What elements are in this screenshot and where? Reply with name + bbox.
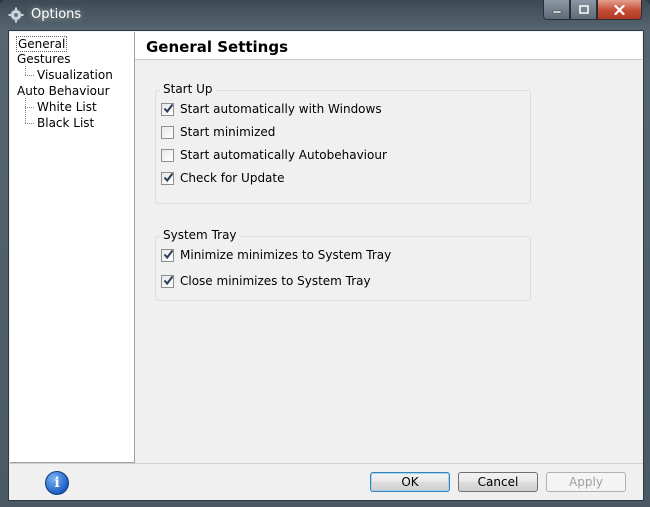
minimize-to-tray-checkbox[interactable]: [161, 248, 174, 262]
tree-connector: [25, 123, 34, 124]
window-title: Options: [31, 7, 82, 22]
tree-item-auto-behaviour[interactable]: Auto Behaviour: [17, 84, 110, 98]
check-for-update-label: Check for Update: [180, 171, 285, 185]
check-for-update-option[interactable]: Check for Update: [161, 171, 285, 185]
close-to-tray-checkbox[interactable]: [161, 274, 174, 288]
info-icon[interactable]: i: [45, 471, 69, 495]
ok-button[interactable]: OK: [370, 472, 450, 492]
cancel-button[interactable]: Cancel: [458, 472, 538, 492]
maximize-icon: [578, 4, 589, 14]
title-bar[interactable]: Options: [0, 0, 650, 30]
start-with-windows-label: Start automatically with Windows: [180, 102, 382, 116]
tree-connector: [25, 75, 34, 76]
start-autobehaviour-label: Start automatically Autobehaviour: [180, 148, 387, 162]
checkmark-icon: [163, 103, 174, 113]
start-autobehaviour-option[interactable]: Start automatically Autobehaviour: [161, 148, 387, 162]
checkmark-icon: [163, 172, 174, 182]
gear-icon[interactable]: [8, 7, 24, 23]
caption-buttons: [543, 0, 642, 20]
start-minimized-option[interactable]: Start minimized: [161, 125, 275, 139]
minimize-icon: [552, 10, 561, 13]
options-tree[interactable]: General Gestures Visualization Auto Beha…: [10, 32, 135, 463]
check-for-update-checkbox[interactable]: [161, 171, 174, 185]
tree-connector: [25, 66, 26, 75]
close-to-tray-label: Close minimizes to System Tray: [180, 274, 371, 288]
system-tray-group: [155, 236, 531, 301]
settings-header: General Settings: [135, 32, 642, 60]
startup-group-label: Start Up: [160, 82, 216, 96]
checkmark-icon: [163, 275, 174, 285]
minimize-to-tray-label: Minimize minimizes to System Tray: [180, 248, 392, 262]
tree-item-gestures[interactable]: Gestures: [17, 52, 71, 66]
tree-item-general[interactable]: General: [16, 36, 68, 52]
maximize-button[interactable]: [570, 0, 597, 20]
options-window: Options General Gestures Visualization A…: [0, 0, 650, 507]
minimize-button[interactable]: [543, 0, 570, 20]
start-with-windows-checkbox[interactable]: [161, 102, 174, 116]
tree-item-visualization[interactable]: Visualization: [37, 68, 113, 82]
tree-item-black-list[interactable]: Black List: [37, 116, 94, 130]
minimize-to-tray-option[interactable]: Minimize minimizes to System Tray: [161, 248, 391, 262]
tree-item-white-list[interactable]: White List: [37, 100, 97, 114]
tree-connector: [25, 107, 34, 108]
close-to-tray-option[interactable]: Close minimizes to System Tray: [161, 274, 371, 288]
client-area: General Gestures Visualization Auto Beha…: [8, 30, 644, 501]
footer-divider: [9, 463, 643, 464]
page-title: General Settings: [146, 38, 289, 56]
start-minimized-label: Start minimized: [180, 125, 276, 139]
start-minimized-checkbox[interactable]: [161, 125, 174, 139]
apply-button[interactable]: Apply: [546, 472, 626, 492]
start-autobehaviour-checkbox[interactable]: [161, 148, 174, 162]
close-icon: [614, 4, 625, 15]
settings-panel: General Settings Start Up Start automati…: [135, 32, 642, 462]
info-glyph: i: [54, 475, 60, 491]
start-with-windows-option[interactable]: Start automatically with Windows: [161, 102, 382, 116]
system-tray-group-label: System Tray: [160, 228, 240, 242]
close-button[interactable]: [597, 0, 642, 20]
checkmark-icon: [163, 249, 174, 259]
tree-connector: [25, 98, 26, 123]
